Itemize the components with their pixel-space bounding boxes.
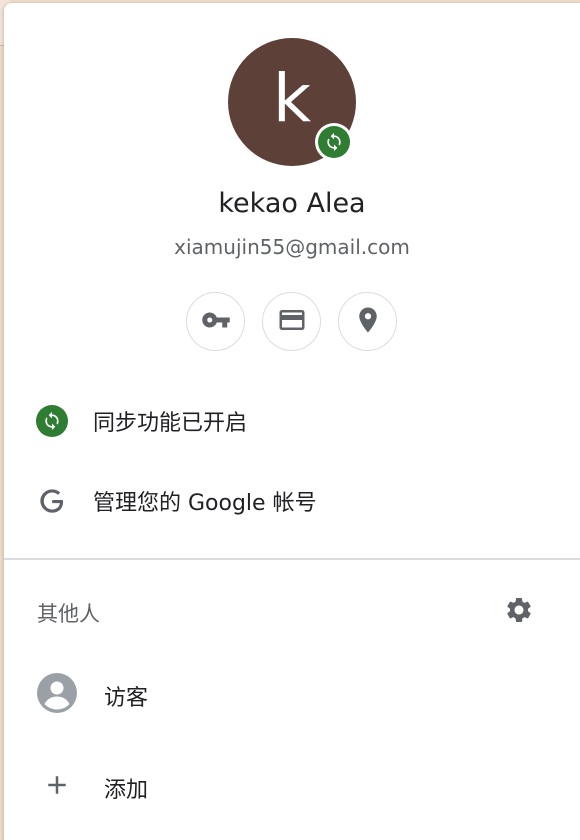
sync-on-icon	[35, 404, 69, 438]
profile-email: xiamujin55@gmail.com	[174, 235, 410, 259]
profile-menu-panel: k kekao Alea xiamujin55@gmail.com 同步功能已开…	[4, 3, 580, 840]
sync-icon	[318, 126, 350, 158]
plus-icon	[36, 764, 78, 806]
other-people-heading: 其他人	[37, 602, 100, 626]
guest-avatar-icon	[36, 672, 78, 714]
gear-icon	[504, 595, 534, 629]
sync-badge	[315, 123, 353, 161]
section-divider	[4, 558, 580, 560]
addresses-button[interactable]	[338, 292, 397, 351]
avatar-letter: k	[272, 60, 312, 137]
location-pin-icon	[353, 305, 383, 339]
sync-status-item[interactable]: 同步功能已开启	[4, 391, 580, 451]
key-icon	[201, 305, 231, 339]
add-label: 添加	[104, 778, 149, 803]
manage-account-label: 管理您的 Google 帐号	[93, 491, 317, 516]
google-g-icon	[35, 484, 69, 518]
profile-name: kekao Alea	[218, 188, 366, 219]
manage-people-settings-button[interactable]	[502, 595, 536, 629]
sync-status-label: 同步功能已开启	[93, 411, 248, 436]
credit-card-icon	[277, 305, 307, 339]
manage-google-account-item[interactable]: 管理您的 Google 帐号	[4, 471, 580, 531]
passwords-button[interactable]	[186, 292, 245, 351]
guest-profile-item[interactable]: 访客	[4, 661, 580, 725]
add-profile-item[interactable]: 添加	[4, 753, 580, 817]
payment-methods-button[interactable]	[262, 292, 321, 351]
guest-label: 访客	[104, 686, 149, 711]
